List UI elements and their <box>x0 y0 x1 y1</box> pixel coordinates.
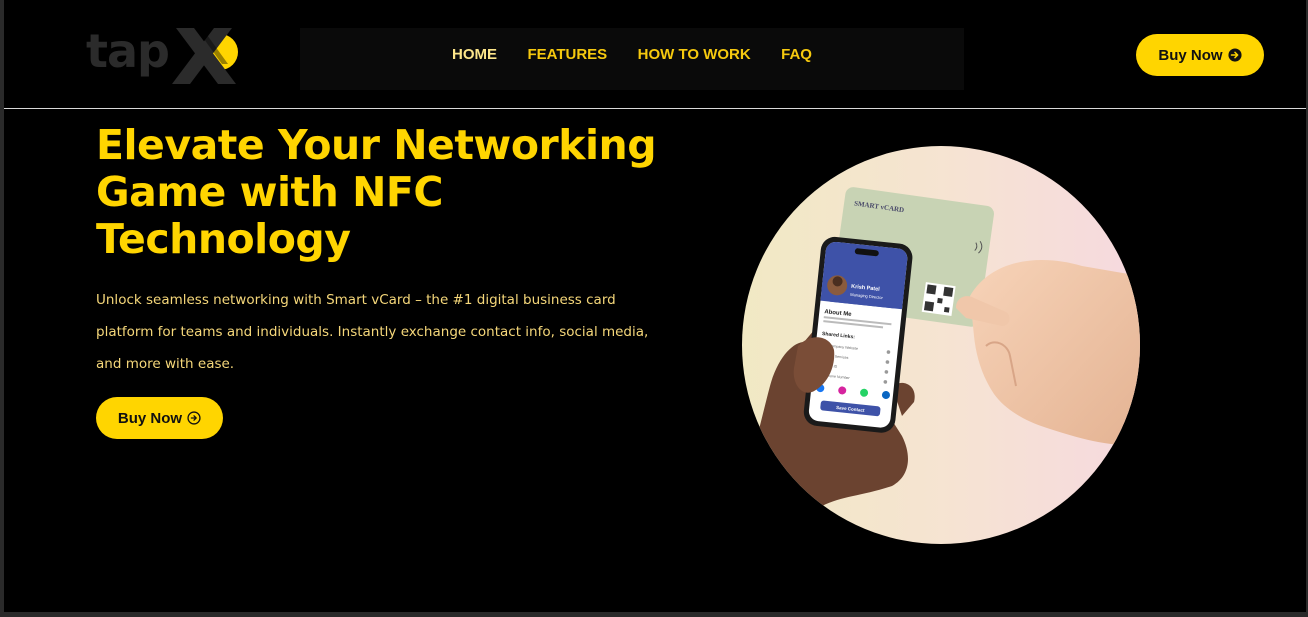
nav-bar: HOME FEATURES HOW TO WORK FAQ <box>300 28 964 90</box>
hero-description: Unlock seamless networking with Smart vC… <box>96 292 649 372</box>
hero-buy-now-button[interactable]: Buy Now <box>96 397 223 439</box>
logo[interactable]: tap <box>86 22 246 88</box>
nav-item-features[interactable]: FEATURES <box>527 46 607 63</box>
hero-buy-now-label: Buy Now <box>117 409 183 427</box>
logo-text: tap <box>86 24 170 78</box>
page-frame: tap HOME FEATURES HOW TO WORK FAQ Buy No… <box>4 0 1306 612</box>
logo-x-mark-icon <box>172 28 238 84</box>
header-buy-now-label: Buy Now <box>1158 46 1223 64</box>
arrow-right-circle-icon <box>1228 48 1242 62</box>
hero-title: Elevate Your Networking Game with NFC Te… <box>96 121 657 263</box>
nav-item-faq[interactable]: FAQ <box>781 46 812 63</box>
nav-item-home[interactable]: HOME <box>452 46 497 63</box>
arrow-right-circle-icon <box>187 411 201 425</box>
hero-illustration: SMART vCARD Krish Patel Managing Directo… <box>742 146 1140 544</box>
header-divider <box>4 108 1306 109</box>
hero-image: SMART vCARD Krish Patel Managing Directo… <box>742 146 1140 544</box>
header-buy-now-button[interactable]: Buy Now <box>1136 34 1264 76</box>
nav-item-how-to-work[interactable]: HOW TO WORK <box>638 46 751 63</box>
nav-list: HOME FEATURES HOW TO WORK FAQ <box>300 46 964 64</box>
